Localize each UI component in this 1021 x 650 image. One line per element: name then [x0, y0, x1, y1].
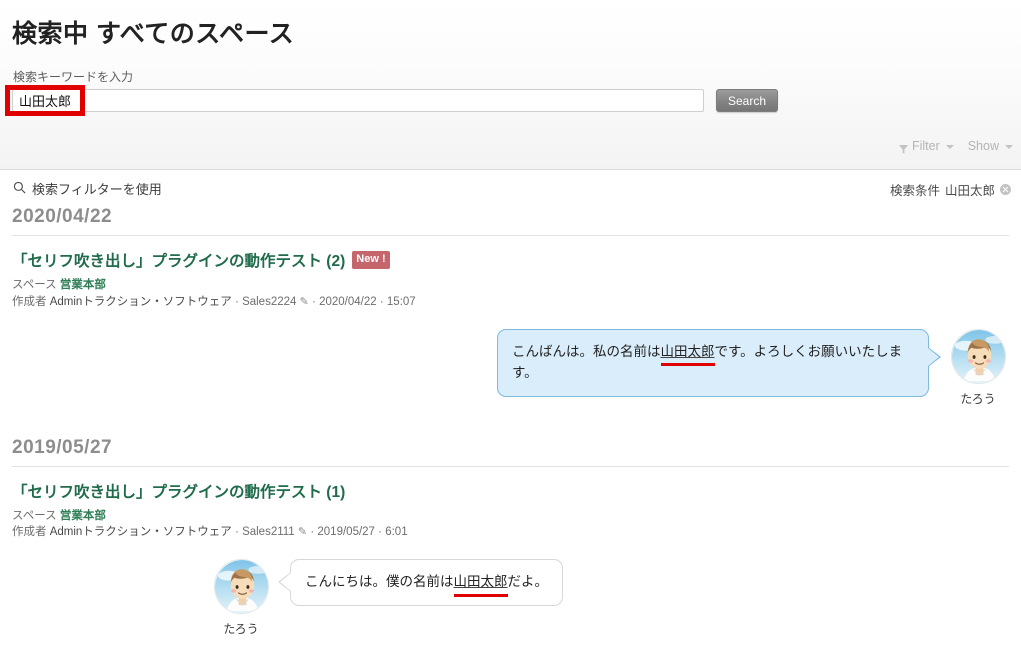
use-search-filter-link[interactable]: 検索フィルターを使用 — [13, 179, 162, 198]
space-label: スペース — [12, 279, 57, 291]
result-title-text: 「セリフ吹き出し」プラグインの動作テスト (1) — [12, 483, 346, 501]
space-label: スペース — [12, 509, 57, 522]
show-label: Show — [967, 139, 999, 153]
close-circle-icon[interactable] — [1000, 184, 1011, 195]
result-item: 「セリフ吹き出し」プラグインの動作テスト (2) New ! スペース 営業本部… — [12, 236, 1009, 407]
result-date-meta: 2020/04/22 — [319, 295, 377, 308]
author-id: Sales2224 — [242, 295, 297, 308]
avatar — [950, 328, 1006, 384]
search-button[interactable]: Search — [716, 89, 779, 112]
space-name[interactable]: 営業本部 — [60, 279, 106, 291]
funnel-icon — [898, 143, 908, 154]
meta-separator-2: · — [310, 526, 315, 539]
pencil-icon: ✎ — [299, 295, 309, 308]
speech-row: こんばんは。私の名前は山田太郎です。よろしくお願いいたします。 たろう — [12, 328, 1009, 407]
meta-separator-3: · — [378, 526, 382, 539]
search-input[interactable] — [12, 89, 704, 112]
search-icon — [13, 181, 26, 197]
author-name: Adminトラクション・ソフトウェア — [49, 295, 232, 308]
pencil-icon: ✎ — [297, 526, 308, 539]
bubble-text-highlight: 山田太郎 — [453, 571, 508, 597]
result-group: 2020/04/22 「セリフ吹き出し」プラグインの動作テスト (2) New … — [12, 206, 1009, 407]
meta-separator-1: · — [235, 295, 239, 308]
result-time-meta: 15:07 — [386, 295, 416, 308]
result-title[interactable]: 「セリフ吹き出し」プラグインの動作テスト (2) New ! — [12, 249, 1009, 271]
search-field-label: 検索キーワードを入力 — [13, 70, 134, 84]
result-title[interactable]: 「セリフ吹き出し」プラグインの動作テスト (1) — [12, 480, 1009, 502]
chevron-down-icon — [1005, 145, 1013, 149]
search-condition-chip: 検索条件 山田太郎 — [890, 180, 1011, 199]
avatar-name: たろう — [960, 391, 996, 406]
avatar-name: たろう — [223, 622, 259, 637]
bubble-text-highlight: 山田太郎 — [660, 341, 715, 367]
meta-separator-1: · — [235, 526, 239, 539]
search-results-list: 2020/04/22 「セリフ吹き出し」プラグインの動作テスト (2) New … — [0, 206, 1021, 637]
search-condition-label: 検索条件 — [889, 184, 940, 198]
filter-dropdown[interactable]: Filter — [898, 139, 954, 154]
result-space-line: スペース 営業本部 — [12, 277, 1009, 294]
author-name: Adminトラクション・ソフトウェア — [49, 526, 232, 539]
avatar — [213, 559, 269, 615]
bubble-text-after: だよ。 — [507, 574, 549, 590]
search-condition-value: 山田太郎 — [944, 184, 995, 198]
speech-bubble: こんにちは。僕の名前は山田太郎だよ。 — [278, 559, 563, 607]
meta-separator-2: · — [312, 295, 316, 308]
result-date-heading: 2019/05/27 — [12, 437, 1009, 467]
result-meta: スペース 営業本部 作成者 Adminトラクション・ソフトウェア · Sales… — [12, 277, 1009, 311]
result-space-line: スペース 営業本部 — [12, 508, 1009, 525]
space-name[interactable]: 営業本部 — [60, 510, 106, 522]
result-title-text: 「セリフ吹き出し」プラグインの動作テスト (2) — [12, 253, 346, 270]
result-item: 「セリフ吹き出し」プラグインの動作テスト (1) スペース 営業本部 作成者 A… — [12, 467, 1009, 638]
avatar-wrap: たろう — [210, 559, 272, 637]
result-date-heading: 2020/04/22 — [12, 206, 1009, 236]
author-id: Sales2111 — [242, 526, 295, 539]
use-search-filter-label: 検索フィルターを使用 — [32, 182, 162, 197]
result-author-line: 作成者 Adminトラクション・ソフトウェア · Sales2111 ✎ · 2… — [12, 524, 1009, 541]
bubble-text-before: こんにちは。僕の名前は — [305, 574, 454, 590]
result-group: 2019/05/27 「セリフ吹き出し」プラグインの動作テスト (1) スペース… — [12, 437, 1009, 638]
speech-row: たろう こんにちは。僕の名前は山田太郎だよ。 — [12, 559, 1009, 637]
result-meta: スペース 営業本部 作成者 Adminトラクション・ソフトウェア · Sales… — [12, 508, 1009, 542]
page-title: 検索中 すべてのスペース — [12, 20, 295, 48]
result-date-meta: 2019/05/27 — [317, 526, 375, 539]
result-author-line: 作成者 Adminトラクション・ソフトウェア · Sales2224 ✎ · 2… — [12, 294, 1009, 311]
filter-label: Filter — [911, 139, 940, 153]
header-tools: Filter Show — [898, 139, 1013, 154]
bubble-text-before: こんばんは。私の名前は — [512, 343, 661, 359]
status-badge: New ! — [352, 251, 390, 269]
author-label: 作成者 — [12, 295, 47, 308]
meta-separator-3: · — [379, 295, 384, 308]
filter-bar: 検索フィルターを使用 検索条件 山田太郎 — [0, 170, 1021, 206]
result-time-meta: 6:01 — [385, 526, 408, 539]
speech-bubble: こんばんは。私の名前は山田太郎です。よろしくお願いいたします。 — [497, 328, 941, 398]
chevron-down-icon — [945, 145, 954, 149]
search-row: Search — [12, 89, 779, 112]
author-label: 作成者 — [12, 526, 47, 539]
show-dropdown[interactable]: Show — [968, 139, 1013, 153]
page-header: 検索中 すべてのスペース 検索キーワードを入力 Search Filter Sh… — [0, 0, 1021, 170]
avatar-wrap: たろう — [947, 328, 1009, 407]
